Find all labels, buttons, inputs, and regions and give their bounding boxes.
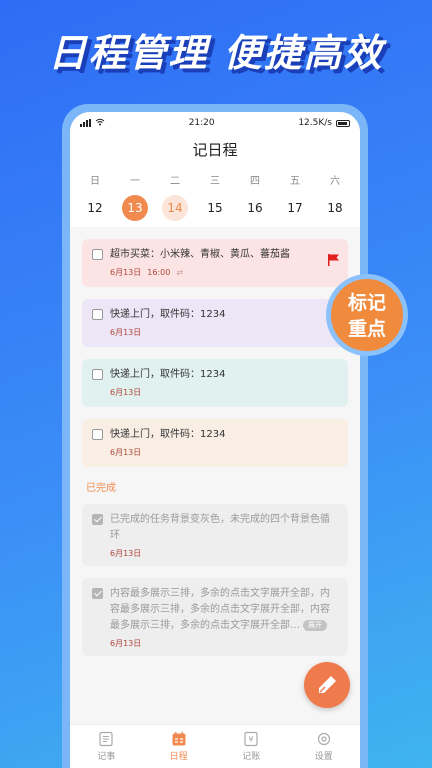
battery-icon: [335, 119, 350, 127]
weekday-label: 一: [130, 176, 140, 187]
phone-frame: 21:20 12.5K/s 记日程 日 一 二 三 四 五 六 12 13 14…: [62, 104, 368, 768]
task-item[interactable]: 快递上门，取件码：1234 6月13日: [82, 419, 348, 467]
task-checkbox[interactable]: [92, 309, 103, 320]
task-date: 6月13日: [110, 268, 142, 277]
task-list: 超市买菜：小米辣、青椒、黄瓜、蕃茄酱 6月13日 16:00 ⇄ 快递上门，取件…: [70, 227, 360, 656]
completed-task-item[interactable]: 内容最多展示三排，多余的点击文字展开全部，内容最多展示三排，多余的点击文字展开全…: [82, 578, 348, 656]
badge-line-2: 重点: [347, 318, 386, 340]
completed-section-header: 已完成: [86, 483, 116, 494]
task-date: 6月13日: [110, 639, 142, 648]
task-text: 超市买菜：小米辣、青椒、黄瓜、蕃茄酱: [110, 249, 290, 260]
task-checkbox-checked[interactable]: [92, 588, 103, 599]
calendar-day-today[interactable]: 14: [162, 195, 188, 221]
calendar-day[interactable]: 12: [82, 195, 108, 221]
page-title: 记日程: [70, 134, 360, 166]
weekday-label: 三: [210, 176, 220, 187]
repeat-icon: ⇄: [176, 268, 184, 277]
task-checkbox[interactable]: [92, 429, 103, 440]
status-time: 21:20: [188, 118, 215, 128]
highlight-badge: 标记 重点: [326, 274, 408, 356]
task-item[interactable]: 快递上门，取件码：1234 6月13日: [82, 359, 348, 407]
gear-icon: [317, 732, 330, 746]
task-text: 快递上门，取件码：1234: [110, 309, 226, 320]
task-checkbox-checked[interactable]: [92, 514, 103, 525]
flag-icon[interactable]: [326, 253, 340, 267]
task-checkbox[interactable]: [92, 369, 103, 380]
nav-item-settings[interactable]: 设置: [294, 731, 354, 762]
nav-item-ledger[interactable]: ¥ 记账: [221, 731, 281, 762]
nav-item-notes[interactable]: 记事: [76, 731, 136, 762]
nav-item-schedule[interactable]: 日程: [149, 731, 209, 762]
task-item[interactable]: 超市买菜：小米辣、青椒、黄瓜、蕃茄酱 6月13日 16:00 ⇄: [82, 239, 348, 287]
calendar-icon: [172, 732, 186, 746]
task-text: 内容最多展示三排，多余的点击文字展开全部，内容最多展示三排，多余的点击文字展开全…: [110, 588, 330, 631]
status-bar: 21:20 12.5K/s: [70, 112, 360, 134]
calendar-day[interactable]: 17: [282, 195, 308, 221]
ledger-icon: ¥: [244, 731, 258, 747]
nav-label: 设置: [314, 752, 333, 762]
pen-icon: [319, 676, 336, 693]
completed-task-item[interactable]: 已完成的任务背景变灰色，未完成的四个背景色循环 6月13日: [82, 504, 348, 566]
weekday-label: 五: [290, 176, 300, 187]
nav-label: 记账: [242, 752, 261, 762]
task-text: 快递上门，取件码：1234: [110, 429, 226, 440]
task-checkbox[interactable]: [92, 249, 103, 260]
task-date: 6月13日: [110, 388, 142, 397]
calendar-day[interactable]: 15: [202, 195, 228, 221]
task-date: 6月13日: [110, 328, 142, 337]
signal-icon: [80, 119, 91, 127]
calendar-day-selected[interactable]: 13: [122, 195, 148, 221]
nav-label: 日程: [169, 752, 188, 762]
task-date: 6月13日: [110, 549, 142, 558]
network-speed: 12.5K/s: [298, 118, 332, 128]
nav-label: 记事: [97, 752, 116, 762]
svg-text:¥: ¥: [249, 735, 254, 744]
promo-title: 日程管理 便捷高效: [48, 31, 384, 75]
week-calendar: 日 一 二 三 四 五 六 12 13 14 15 16 17 18: [70, 166, 360, 227]
task-item[interactable]: 快递上门，取件码：1234 6月13日: [82, 299, 348, 347]
expand-button[interactable]: 展开: [303, 619, 327, 631]
bottom-nav: 记事 日程 ¥ 记账 设置: [70, 724, 360, 768]
app-screen: 21:20 12.5K/s 记日程 日 一 二 三 四 五 六 12 13 14…: [70, 112, 360, 768]
notes-icon: [99, 731, 113, 747]
weekday-label: 二: [170, 176, 180, 187]
calendar-day[interactable]: 18: [322, 195, 348, 221]
weekday-label: 六: [330, 176, 340, 187]
badge-line-1: 标记: [347, 292, 386, 314]
weekday-label: 日: [90, 176, 100, 187]
task-time: 16:00: [147, 268, 171, 277]
weekday-label: 四: [250, 176, 260, 187]
wifi-icon: [95, 118, 105, 129]
calendar-day[interactable]: 16: [242, 195, 268, 221]
task-text: 快递上门，取件码：1234: [110, 369, 226, 380]
task-text-truncated: 内容最多展示三排，多余的点击文字展开全部，内容最多展示三排，多余的点击文字展开全…: [110, 586, 338, 634]
task-date: 6月13日: [110, 448, 142, 457]
task-text: 已完成的任务背景变灰色，未完成的四个背景色循环: [110, 514, 330, 541]
add-schedule-button[interactable]: [304, 662, 350, 708]
